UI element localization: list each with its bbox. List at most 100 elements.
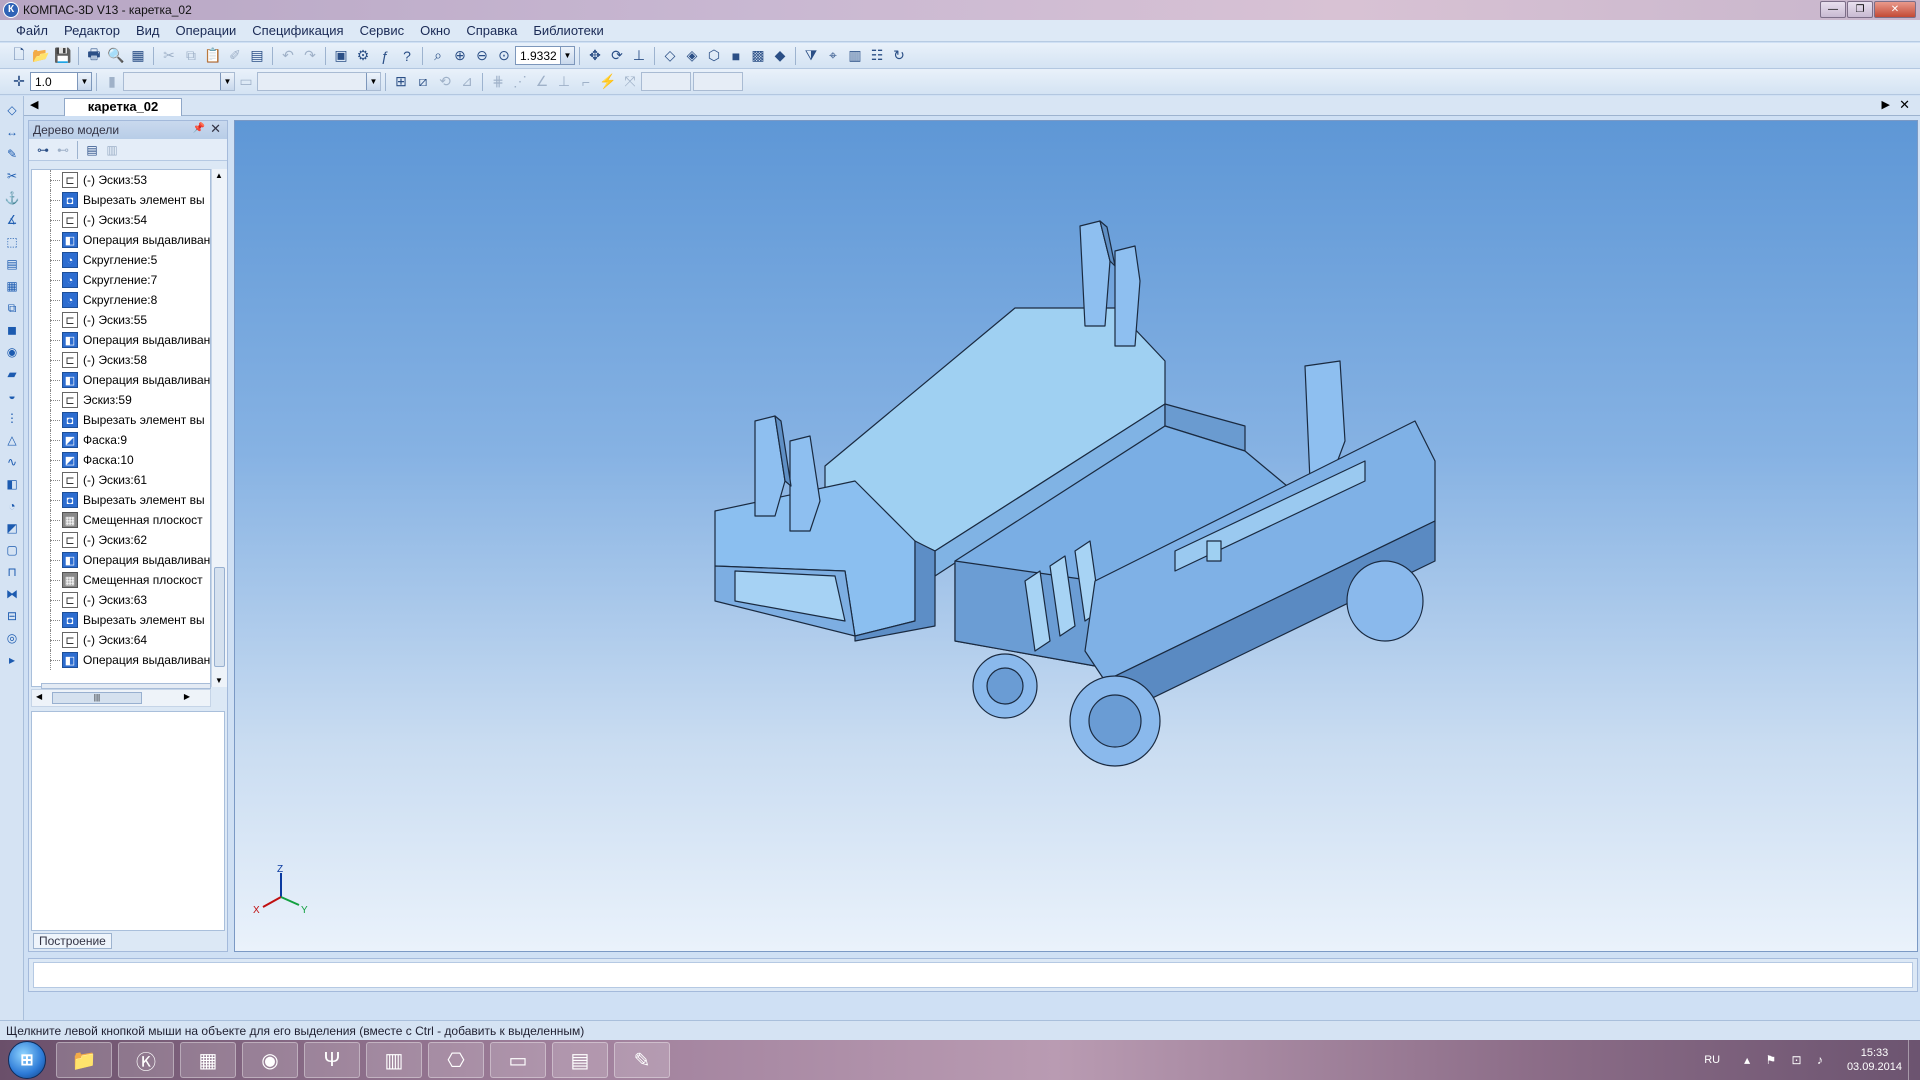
extrude-tool-icon[interactable]: ◼: [4, 322, 20, 338]
reports-icon[interactable]: ▦: [4, 278, 20, 294]
tree-item[interactable]: ⊏ (-) Эскиз:64: [32, 630, 210, 650]
firefox-icon[interactable]: ◉: [242, 1042, 298, 1078]
tree-item[interactable]: ⊏ (-) Эскиз:62: [32, 530, 210, 550]
snap-normal-icon[interactable]: ⊥: [554, 72, 574, 92]
tree-item[interactable]: ◧ Операция выдавливан: [32, 550, 210, 570]
mathcad-icon[interactable]: Ψ: [304, 1042, 360, 1078]
menu-view[interactable]: Вид: [136, 23, 160, 38]
chevron-down-icon[interactable]: ▼: [366, 73, 380, 90]
style-icon[interactable]: ▭: [236, 72, 256, 92]
acrobat-icon[interactable]: ⎔: [428, 1042, 484, 1078]
refresh-icon[interactable]: ↻: [889, 46, 909, 66]
chevron-up-icon[interactable]: ▲: [215, 171, 223, 180]
notation-icon[interactable]: ✎: [4, 146, 20, 162]
local-cs-icon[interactable]: ⊞: [391, 72, 411, 92]
menu-window[interactable]: Окно: [420, 23, 450, 38]
tree-horizontal-scrollbar[interactable]: ◀ ||| ▶: [31, 689, 211, 707]
paint-icon[interactable]: ✎: [614, 1042, 670, 1078]
rib-icon[interactable]: ⊓: [4, 564, 20, 580]
table-icon[interactable]: ▤: [247, 46, 267, 66]
step-combo[interactable]: 1.0 ▼: [30, 72, 92, 91]
snap-angle-icon[interactable]: ∠: [532, 72, 552, 92]
redo-icon[interactable]: ↷: [300, 46, 320, 66]
tree-item[interactable]: ⊏ (-) Эскиз:53: [32, 170, 210, 190]
grid-icon[interactable]: ⋕: [488, 72, 508, 92]
dimensions-icon[interactable]: ↔: [4, 124, 20, 140]
show-desktop-button[interactable]: [1908, 1040, 1920, 1080]
new-file-icon[interactable]: 🗋: [9, 46, 29, 66]
tree-item[interactable]: ◘ Вырезать элемент вы: [32, 610, 210, 630]
copy-icon[interactable]: ⧉: [181, 46, 201, 66]
close-icon[interactable]: ✕: [1899, 97, 1910, 113]
undo-icon[interactable]: ↶: [278, 46, 298, 66]
chevron-down-icon[interactable]: ▼: [220, 73, 234, 90]
spec-icon[interactable]: ▤: [4, 256, 20, 272]
tree-item[interactable]: ◘ Вырезать элемент вы: [32, 190, 210, 210]
cut-icon[interactable]: ✂: [159, 46, 179, 66]
print-preview-icon[interactable]: 🔍: [106, 46, 126, 66]
close-window-button[interactable]: ✕: [1874, 1, 1916, 18]
hole-icon[interactable]: ◎: [4, 630, 20, 646]
chevron-right-icon[interactable]: ▶: [184, 692, 190, 701]
surfaces-icon[interactable]: ◒: [4, 388, 20, 404]
tree-item[interactable]: ⊏ Эскиз:59: [32, 390, 210, 410]
tree-item[interactable]: ⊏ (-) Эскиз:63: [32, 590, 210, 610]
kompas-icon[interactable]: К: [3, 2, 19, 18]
coord-x-field[interactable]: [641, 72, 691, 91]
geometry-icon[interactable]: ◇: [4, 102, 20, 118]
tree-item[interactable]: ◧ Операция выдавливан: [32, 330, 210, 350]
tree-structure-icon[interactable]: ⊷: [54, 141, 72, 159]
tree-item[interactable]: ◩ Фаска:9: [32, 430, 210, 450]
tree-item[interactable]: ⊏ (-) Эскиз:55: [32, 310, 210, 330]
orthogonal-icon[interactable]: ⧄: [413, 72, 433, 92]
tree-item[interactable]: ◘ Вырезать элемент вы: [32, 490, 210, 510]
snap-icon[interactable]: ⌖: [823, 46, 843, 66]
zoom-scale-icon[interactable]: ⊙: [494, 46, 514, 66]
menu-file[interactable]: Файл: [16, 23, 48, 38]
chevron-down-icon[interactable]: ▼: [560, 47, 574, 64]
tree-item[interactable]: ◔ Скругление:5: [32, 250, 210, 270]
zoom-out-icon[interactable]: ⊖: [472, 46, 492, 66]
clipboard-icon[interactable]: ▤: [552, 1042, 608, 1078]
wireframe-icon[interactable]: ◇: [660, 46, 680, 66]
paste-icon[interactable]: 📋: [203, 46, 223, 66]
tree-filter-icon[interactable]: ▤: [83, 141, 101, 159]
save-icon[interactable]: 💾: [53, 46, 73, 66]
filter-icon[interactable]: ⧩: [801, 46, 821, 66]
zoom-combo[interactable]: 1.9332 ▼: [515, 46, 575, 65]
ortho-mode-icon[interactable]: ⊿: [457, 72, 477, 92]
zoom-in-icon[interactable]: ⊕: [450, 46, 470, 66]
menu-operations[interactable]: Операции: [175, 23, 236, 38]
shell-icon[interactable]: ▢: [4, 542, 20, 558]
style-combo[interactable]: ▼: [257, 72, 381, 91]
tree-item[interactable]: ◧ Операция выдавливан: [32, 370, 210, 390]
function-icon[interactable]: ƒ: [375, 46, 395, 66]
clock[interactable]: 15:33 03.09.2014: [1847, 1046, 1902, 1074]
books-icon[interactable]: ▥: [366, 1042, 422, 1078]
attributes-icon[interactable]: ☷: [867, 46, 887, 66]
fillet-tool-icon[interactable]: ◔: [4, 498, 20, 514]
snap-toggle-icon[interactable]: ⚡: [598, 72, 618, 92]
properties-icon[interactable]: ▦: [128, 46, 148, 66]
print-icon[interactable]: 🖶: [84, 46, 104, 66]
kompas-icon[interactable]: Ⓚ: [118, 1042, 174, 1078]
section-icon[interactable]: ⊟: [4, 608, 20, 624]
pan-icon[interactable]: ✥: [585, 46, 605, 66]
layer-combo[interactable]: ▼: [123, 72, 235, 91]
chevron-left-icon[interactable]: ◀: [30, 98, 38, 111]
orientation-icon[interactable]: ⊥: [629, 46, 649, 66]
tab-construction[interactable]: Построение: [33, 933, 112, 949]
perspective-icon[interactable]: ◆: [770, 46, 790, 66]
curves-icon[interactable]: ∿: [4, 454, 20, 470]
menu-help[interactable]: Справка: [466, 23, 517, 38]
screenshot-icon[interactable]: ▭: [490, 1042, 546, 1078]
sheet-metal-icon[interactable]: ▰: [4, 366, 20, 382]
arrays-icon[interactable]: ⋮: [4, 410, 20, 426]
tree-item[interactable]: ⊏ (-) Эскиз:58: [32, 350, 210, 370]
carriage-3d-model[interactable]: [235, 121, 1919, 953]
scroll-thumb[interactable]: [214, 567, 225, 667]
chevron-left-icon[interactable]: ◀: [36, 692, 42, 701]
chevron-down-icon[interactable]: ▼: [215, 676, 223, 685]
coord-y-field[interactable]: [693, 72, 743, 91]
select-icon[interactable]: ⬚: [4, 234, 20, 250]
